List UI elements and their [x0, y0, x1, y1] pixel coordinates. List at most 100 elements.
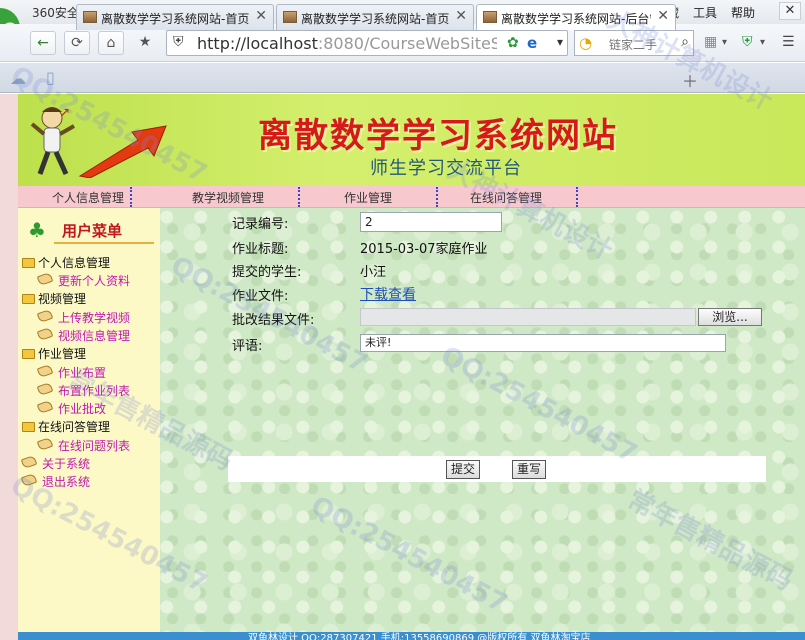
row-student: 提交的学生: 小汪 [230, 258, 766, 282]
close-tab-icon[interactable]: ✕ [455, 8, 467, 24]
back-arrow-icon[interactable]: ← [30, 31, 56, 55]
clover-icon: ♣ [28, 218, 46, 242]
chevron-down-icon[interactable]: ▾ [557, 35, 563, 49]
tree-item-about[interactable]: 关于系统 [20, 454, 90, 472]
menu-separator [576, 187, 578, 207]
row-comment: 评语: 未评! [230, 332, 766, 356]
leaf-icon [36, 308, 54, 324]
folder-icon [22, 422, 35, 432]
row-result-file: 批改结果文件: 浏览... [230, 306, 766, 330]
mascot-figure-icon: ↗ [30, 105, 75, 176]
leaf-icon [36, 363, 54, 379]
growth-arrow-icon [78, 125, 167, 178]
search-input[interactable]: 链家二手 [609, 36, 657, 53]
chevron-down-icon[interactable]: ▾ [760, 37, 765, 48]
top-menu-qa[interactable]: 在线问答管理 [470, 189, 542, 206]
home-icon[interactable]: ⌂ [98, 31, 124, 55]
site-favicon-icon [83, 11, 97, 23]
search-box[interactable]: ◔ 链家二手 ⌕ [574, 30, 694, 56]
sidebar-header: ♣ 用户菜单 [24, 216, 154, 244]
close-window-button[interactable]: ✕ [779, 2, 801, 20]
tree-item-logout[interactable]: 退出系统 [20, 472, 90, 490]
comment-field[interactable]: 未评! [360, 334, 726, 352]
result-file-input[interactable] [360, 308, 696, 326]
tree-item-upload-video[interactable]: 上传教学视频 [36, 308, 130, 326]
star-icon[interactable]: ★ [132, 31, 158, 55]
tab-home-1[interactable]: 离散数学学习系统网站-首页 ✕ [76, 4, 274, 30]
submit-button[interactable]: 提交 [446, 460, 480, 479]
folder-icon [22, 294, 35, 304]
row-homework-file: 作业文件: 下载查看 [230, 282, 766, 306]
homework-file-label: 作业文件: [232, 289, 289, 304]
tree-item-grade-homework[interactable]: 作业批改 [36, 399, 106, 417]
cloud-icon[interactable]: ☁ [10, 69, 26, 88]
download-link[interactable]: 下载查看 [360, 284, 416, 304]
row-record-id: 记录编号: 2 [230, 210, 766, 234]
site-banner: ↗ 离散数学学习系统网站 师生学习交流平台 [18, 94, 805, 186]
browse-button[interactable]: 浏览... [698, 308, 762, 326]
student-label: 提交的学生: [232, 265, 302, 280]
ie-mode-icon[interactable]: e [527, 34, 537, 52]
close-tab-icon[interactable]: ✕ [255, 8, 267, 24]
compat-mode-icon[interactable]: ✿ [507, 35, 519, 51]
top-menu-video[interactable]: 教学视频管理 [192, 189, 264, 206]
tree-item-video-info[interactable]: 视频信息管理 [36, 326, 130, 344]
banner-title: 离散数学学习系统网站 [258, 116, 618, 156]
folder-icon [22, 258, 35, 268]
comment-label: 评语: [232, 339, 263, 354]
sidebar: ♣ 用户菜单 个人信息管理 更新个人资料 视频管理 上传教学视频 视频信息管理 … [18, 208, 160, 640]
sidebar-title: 用户菜单 [62, 222, 123, 240]
security-guard-icon[interactable]: ⛨ [742, 34, 753, 50]
new-tab-icon[interactable]: ＋ [680, 68, 700, 91]
reset-button[interactable]: 重写 [512, 460, 546, 479]
footer-text: 双鱼林设计 QQ:287307421 手机:13558690869 @版权所有 … [248, 633, 591, 640]
tab-title: 离散数学学习系统网站-首页 [301, 12, 450, 26]
menu-separator [298, 187, 300, 207]
tab-title: 离散数学学习系统网站-首页 [101, 12, 250, 26]
leaf-icon [36, 436, 54, 452]
sidebar-title-underline [54, 242, 154, 244]
tree-group-video[interactable]: 视频管理 [22, 290, 86, 307]
sidebar-toggle-icon[interactable]: ▯ [46, 68, 55, 87]
page-left-strip [0, 94, 18, 640]
tab-admin[interactable]: 离散数学学习系统网站-后台管 ✕ [476, 4, 676, 30]
tab-title: 离散数学学习系统网站-后台管 [501, 12, 651, 26]
tree-group-qa[interactable]: 在线问答管理 [22, 418, 110, 435]
top-menu-personal-info[interactable]: 个人信息管理 [52, 189, 124, 206]
address-bar[interactable]: ⛨ http://localhost:8080/CourseWebSiteSys… [166, 30, 568, 56]
chevron-down-icon[interactable]: ▾ [722, 37, 727, 48]
menu-tools[interactable]: 工具 [693, 4, 731, 21]
banner-subtitle: 师生学习交流平台 [370, 158, 522, 179]
folder-icon [22, 349, 35, 359]
site-favicon-icon [283, 11, 297, 23]
tree-item-question-list[interactable]: 在线问题列表 [36, 436, 130, 454]
tab-home-2[interactable]: 离散数学学习系统网站-首页 ✕ [276, 4, 474, 30]
form-buttons: 提交 重写 [228, 456, 766, 482]
site-footer: 双鱼林设计 QQ:287307421 手机:13558690869 @版权所有 … [18, 632, 805, 640]
tree-item-assign-homework[interactable]: 作业布置 [36, 363, 106, 381]
homework-title-value: 2015-03-07家庭作业 [360, 242, 488, 257]
search-icon[interactable]: ⌕ [681, 34, 689, 50]
apps-grid-icon[interactable]: ▦ [704, 34, 717, 50]
refresh-icon[interactable]: ⟳ [64, 31, 90, 55]
menu-help[interactable]: 帮助 [731, 4, 769, 21]
url-text[interactable]: http://localhost:8080/CourseWebSiteSyste… [197, 34, 497, 53]
site-top-menu: 个人信息管理 教学视频管理 作业管理 在线问答管理 [18, 186, 805, 208]
tree-group-homework[interactable]: 作业管理 [22, 345, 86, 362]
search-engine-icon[interactable]: ◔ [579, 34, 592, 52]
tree-item-homework-list[interactable]: 布置作业列表 [36, 381, 130, 399]
top-menu-homework[interactable]: 作业管理 [344, 189, 392, 206]
more-menu-icon[interactable]: ☰ [782, 34, 795, 50]
row-homework-title: 作业标题: 2015-03-07家庭作业 [230, 235, 766, 259]
leaf-icon [20, 472, 38, 488]
leaf-icon [20, 454, 38, 470]
close-tab-icon[interactable]: ✕ [657, 8, 669, 24]
tree-item-update-profile[interactable]: 更新个人资料 [36, 271, 130, 289]
result-file-label: 批改结果文件: [232, 313, 315, 328]
shield-icon: ⛨ [173, 34, 184, 50]
leaf-icon [36, 326, 54, 342]
web-page: ↗ 离散数学学习系统网站 师生学习交流平台 个人信息管理 教学视频管理 作业管理… [0, 94, 805, 640]
main-content: 记录编号: 2 作业标题: 2015-03-07家庭作业 提交的学生: 小汪 作… [160, 208, 805, 632]
tree-group-personal-info[interactable]: 个人信息管理 [22, 254, 110, 271]
record-id-field[interactable]: 2 [360, 212, 502, 232]
